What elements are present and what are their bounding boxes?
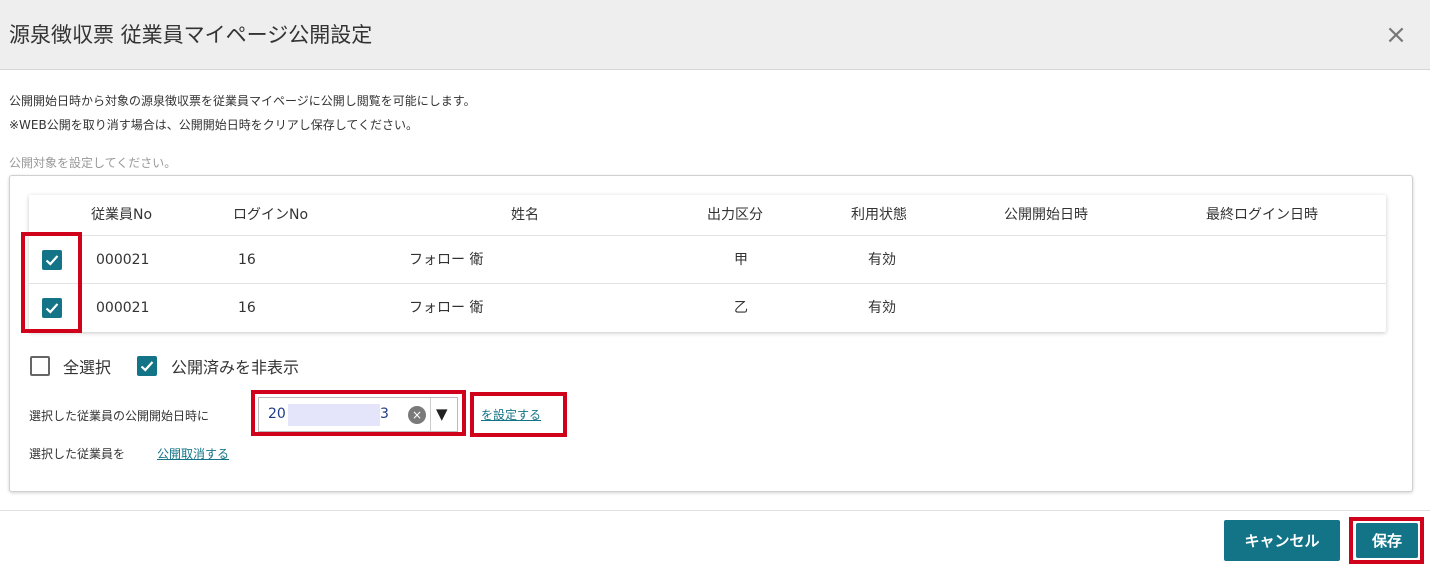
select-all-checkbox[interactable] — [30, 356, 50, 376]
unpublish-link[interactable]: 公開取消する — [157, 445, 229, 462]
header-last-login: 最終ログイン日時 — [1206, 207, 1318, 223]
highlight-set-link — [470, 392, 567, 437]
cell-employee-no: 000021 — [96, 252, 150, 268]
publish-date-label: 選択した従業員の公開開始日時に — [29, 409, 210, 423]
cell-employee-no: 000021 — [96, 300, 150, 316]
unpublish-label: 選択した従業員を — [29, 447, 126, 461]
footer-divider — [0, 510, 1430, 511]
cell-status: 有効 — [868, 300, 896, 316]
header-output-type: 出力区分 — [707, 207, 763, 223]
cell-name: フォロー 衛 — [409, 252, 484, 268]
hide-published-checkbox[interactable] — [137, 356, 157, 376]
check-icon — [140, 361, 154, 372]
cell-output-type: 乙 — [734, 300, 748, 316]
dialog-title: 源泉徴収票 従業員マイページ公開設定 — [9, 23, 373, 47]
cell-output-type: 甲 — [734, 252, 748, 268]
select-all-label: 全選択 — [63, 358, 112, 377]
table-row[interactable]: 000021 16 フォロー 衛 乙 有効 — [29, 283, 1386, 331]
cell-login-no: 16 — [238, 252, 256, 268]
hide-published-label: 公開済みを非表示 — [171, 358, 300, 377]
cell-name: フォロー 衛 — [409, 300, 484, 316]
highlight-row-checkboxes — [21, 232, 82, 333]
description-line-2: ※WEB公開を取り消す場合は、公開開始日時をクリアし保存してください。 — [9, 118, 419, 132]
highlight-save-button — [1349, 517, 1424, 564]
header-name: 姓名 — [511, 207, 539, 223]
cell-status: 有効 — [868, 252, 896, 268]
header-employee-no: 従業員No — [91, 207, 153, 223]
close-icon[interactable]: × — [1383, 22, 1409, 48]
employee-table: 従業員No ログインNo 姓名 出力区分 利用状態 公開開始日時 最終ログイン日… — [29, 195, 1386, 332]
header-status: 利用状態 — [851, 207, 907, 223]
cancel-button[interactable]: キャンセル — [1224, 520, 1340, 561]
description-line-1: 公開開始日時から対象の源泉徴収票を従業員マイページに公開し閲覧を可能にします。 — [9, 94, 476, 108]
section-label: 公開対象を設定してください。 — [9, 156, 177, 170]
header-publish-start: 公開開始日時 — [1004, 207, 1088, 223]
header-login-no: ログインNo — [233, 207, 309, 223]
table-row[interactable]: 000021 16 フォロー 衛 甲 有効 — [29, 235, 1386, 283]
highlight-date-input — [251, 390, 466, 436]
cell-login-no: 16 — [238, 300, 256, 316]
dialog-header: 源泉徴収票 従業員マイページ公開設定 × — [0, 0, 1430, 70]
